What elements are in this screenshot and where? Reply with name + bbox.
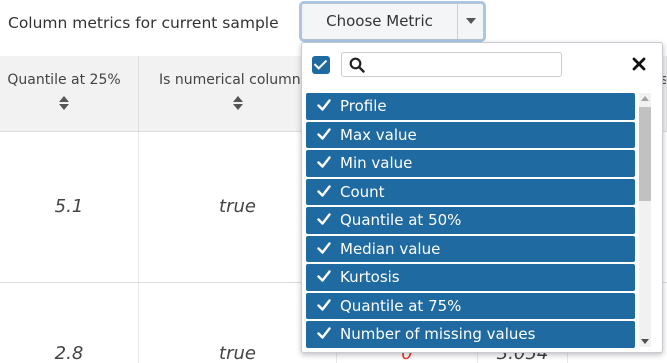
check-icon [317, 213, 331, 225]
metric-option[interactable]: Median value [306, 235, 635, 262]
cell-quantile-25: 2.8 [0, 283, 139, 363]
search-icon [349, 57, 365, 73]
search-input[interactable] [370, 55, 555, 74]
check-icon [317, 241, 331, 254]
check-icon [317, 298, 331, 311]
select-all-checkbox[interactable] [312, 56, 330, 74]
cell-quantile-25: 5.1 [0, 132, 139, 282]
metric-option-label: Max value [340, 125, 417, 144]
scroll-down-icon[interactable] [641, 339, 649, 344]
sort-icon[interactable] [0, 96, 138, 110]
scroll-up-icon[interactable] [641, 96, 649, 101]
metric-option[interactable]: Profile [306, 93, 635, 120]
metric-option-label: Kurtosis [340, 268, 400, 286]
metric-option-label: Number of missing values [340, 325, 536, 343]
choose-metric-label: Choose Metric [326, 12, 433, 30]
dropdown-toolbar [302, 43, 662, 87]
metric-option-label: Count [340, 182, 385, 201]
metrics-label: Column metrics for current sample [8, 14, 279, 32]
check-icon [317, 156, 331, 168]
close-icon[interactable] [632, 57, 646, 71]
check-icon [317, 270, 331, 282]
metric-option-label: Quantile at 75% [340, 296, 462, 315]
scrollbar-thumb[interactable] [639, 107, 651, 201]
dropdown-separator [457, 4, 458, 39]
metric-option-label: Profile [340, 97, 387, 115]
choose-metric-dropdown[interactable]: Choose Metric [301, 3, 484, 40]
metric-option[interactable]: Min value [306, 150, 635, 177]
metric-options-list: Profile Max value Min value Count Quanti… [306, 93, 635, 349]
dropdown-scrollbar[interactable] [638, 93, 652, 347]
check-icon [317, 127, 331, 140]
metric-option[interactable]: Count [306, 178, 635, 205]
metric-option-label: Min value [340, 154, 413, 172]
metric-dropdown-panel: Profile Max value Min value Count Quanti… [301, 42, 663, 353]
metric-option-label: Quantile at 50% [340, 211, 462, 229]
check-icon [317, 99, 331, 111]
caret-down-icon[interactable] [466, 18, 476, 24]
metric-option[interactable]: Quantile at 75% [306, 292, 635, 319]
metric-option[interactable]: Max value [306, 121, 635, 148]
metric-option[interactable]: Kurtosis [306, 264, 635, 291]
column-header-quantile-25[interactable]: Quantile at 25% [0, 56, 139, 132]
metric-option[interactable]: Quantile at 50% [306, 207, 635, 234]
check-icon [317, 184, 331, 197]
search-field[interactable] [341, 52, 562, 77]
metric-option[interactable]: Number of missing values [306, 321, 635, 348]
check-icon [317, 327, 331, 339]
metric-option-label: Median value [340, 239, 441, 258]
